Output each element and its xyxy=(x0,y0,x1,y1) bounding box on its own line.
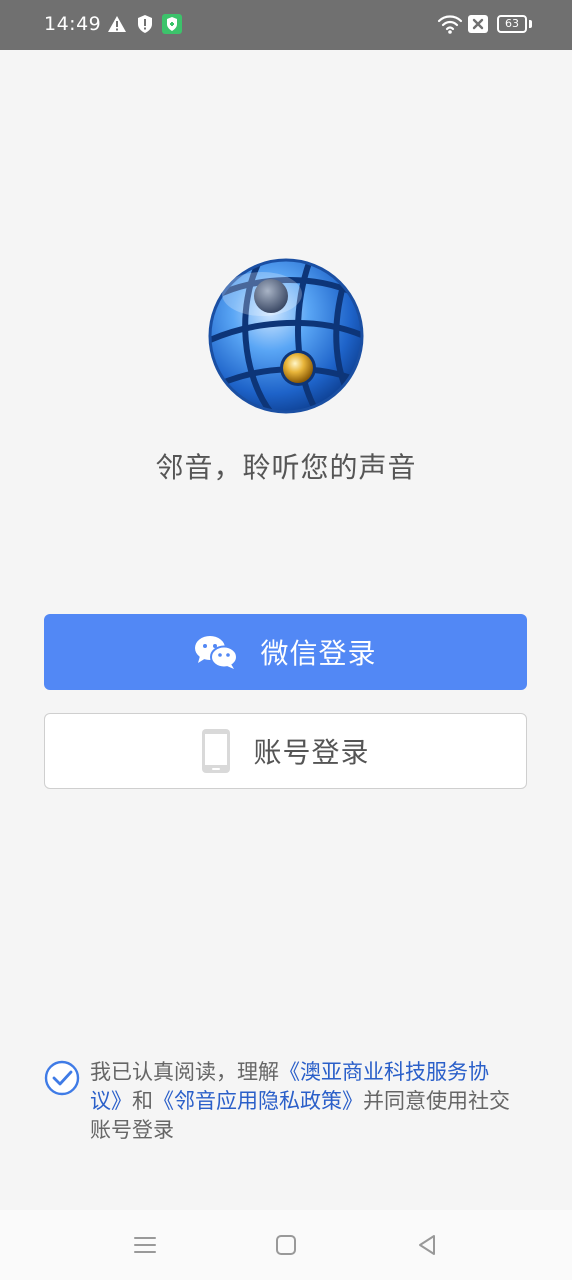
privacy-policy-link[interactable]: 《邻音应用隐私政策》 xyxy=(153,1089,363,1113)
warning-icon xyxy=(107,14,127,38)
battery-tip xyxy=(529,20,532,28)
menu-icon[interactable] xyxy=(132,1232,158,1258)
wifi-icon xyxy=(437,13,463,39)
status-time: 14:49 xyxy=(44,13,102,35)
back-icon[interactable] xyxy=(414,1232,440,1258)
sim-off-icon xyxy=(468,15,488,37)
account-login-button[interactable]: 账号登录 xyxy=(44,713,527,789)
wechat-login-button[interactable]: 微信登录 xyxy=(44,614,527,690)
account-login-label: 账号登录 xyxy=(253,736,370,769)
vpn-shield-icon xyxy=(162,14,182,38)
status-bar: 14:49 63 xyxy=(0,0,572,50)
globe-logo-icon xyxy=(206,256,366,416)
phone-icon xyxy=(201,728,231,774)
agreement-middle: 和 xyxy=(132,1089,153,1113)
app-slogan: 邻音，聆听您的声音 xyxy=(155,451,417,484)
wechat-icon xyxy=(194,634,239,670)
agreement-text: 我已认真阅读，理解《澳亚商业科技服务协议》和《邻音应用隐私政策》并同意使用社交账… xyxy=(90,1058,520,1145)
home-icon[interactable] xyxy=(273,1232,299,1258)
battery-icon: 63 xyxy=(497,15,527,33)
agreement-prefix: 我已认真阅读，理解 xyxy=(90,1060,279,1084)
system-nav-bar xyxy=(0,1210,572,1280)
agree-checkbox[interactable] xyxy=(44,1060,80,1096)
wechat-login-label: 微信登录 xyxy=(260,637,377,670)
login-screen: 14:49 63 邻音，聆听您的声音 微信登录 账号登录 我已认真阅读，理解《澳… xyxy=(0,0,572,1280)
shield-alert-icon xyxy=(136,14,154,38)
